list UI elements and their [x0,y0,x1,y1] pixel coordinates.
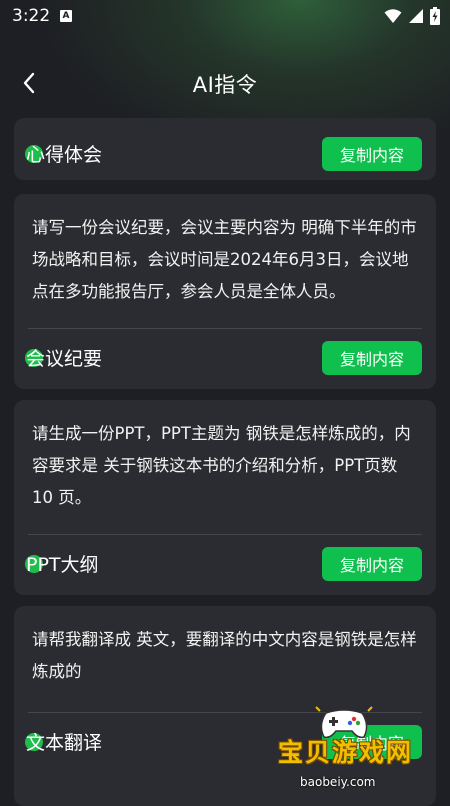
card-description: 请生成一份PPT，PPT主题为 钢铁是怎样炼成的，内容要求是 关于钢铁这本书的介… [32,424,411,507]
wifi-icon [384,9,402,23]
status-time: 3:22 [12,6,51,26]
card-description: 请帮我翻译成 英文，要翻译的中文内容是钢铁是怎样炼成的 [32,630,417,681]
card-description: 请写一份会议纪要，会议主要内容为 明确下半年的市场战略和目标，会议时间是2024… [32,218,417,301]
card-title: 心得体会 [26,144,103,166]
navigation-bar: AI指令 [0,58,450,108]
card-title: 会议纪要 [26,348,103,370]
status-icons [384,7,440,25]
prompt-card: 请写一份会议纪要，会议主要内容为 明确下半年的市场战略和目标，会议时间是2024… [14,194,436,389]
prompt-card: 请生成一份PPT，PPT主题为 钢铁是怎样炼成的，内容要求是 关于钢铁这本书的介… [14,400,436,595]
copy-content-button[interactable]: 复制内容 [322,137,422,171]
copy-content-button[interactable]: 复制内容 [322,547,422,581]
card-footer: 会议纪要 复制内容 [14,338,436,378]
card-footer: 心得体会 复制内容 [14,134,436,174]
card-title: 文本翻译 [26,732,103,754]
card-footer: PPT大纲 复制内容 [14,544,436,584]
watermark: 宝贝游戏网 baobeiy.com [270,705,450,800]
status-bar: 3:22 A [0,0,450,32]
battery-icon [430,7,440,25]
signal-icon [409,9,423,23]
card-divider [28,534,422,535]
page-title: AI指令 [192,73,258,97]
watermark-text: 宝贝游戏网 [278,738,414,767]
copy-content-button[interactable]: 复制内容 [322,341,422,375]
prompt-card: 心得体会 复制内容 [14,118,436,180]
watermark-url: baobeiy.com [300,775,376,789]
card-title: PPT大纲 [26,554,99,576]
card-divider [28,328,422,329]
notification-a-icon: A [60,10,72,22]
